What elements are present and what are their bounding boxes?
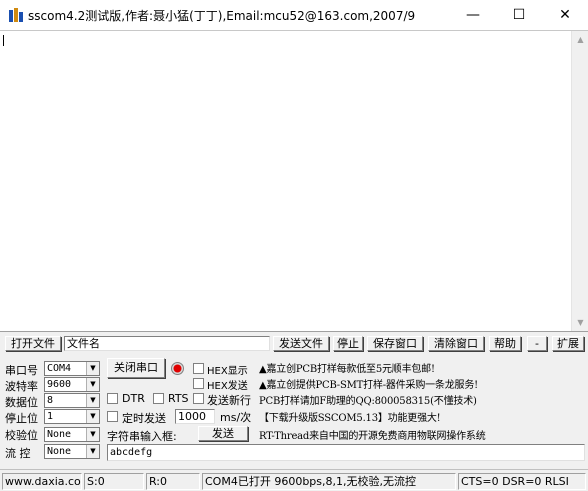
timed-send-checkbox[interactable]	[107, 411, 118, 422]
stopbits-value: 1	[47, 411, 54, 422]
databits-label: 数据位	[5, 396, 38, 409]
dtr-label: DTR	[122, 392, 145, 405]
send-newline-label: 发送新行	[207, 394, 251, 407]
chevron-down-icon[interactable]: ▼	[86, 378, 99, 391]
parity-select[interactable]: None ▼	[44, 427, 100, 442]
hex-send-checkbox[interactable]	[193, 378, 204, 389]
status-port-state: COM4已打开 9600bps,8,1,无校验,无流控	[202, 473, 456, 490]
flow-select[interactable]: None ▼	[44, 444, 100, 459]
hex-display-label: HEX显示	[207, 366, 248, 377]
chevron-down-icon[interactable]: ▼	[86, 410, 99, 423]
send-file-button[interactable]: 发送文件	[273, 336, 329, 351]
save-window-button[interactable]: 保存窗口	[367, 336, 423, 351]
status-website[interactable]: www.daxia.cor	[2, 473, 82, 490]
scroll-down-icon[interactable]: ▼	[576, 318, 585, 327]
text-caret	[3, 35, 4, 46]
status-sent-count: S:0	[84, 473, 144, 490]
interval-unit-label: ms/次	[220, 411, 252, 424]
hex-send-label: HEX发送	[207, 381, 248, 392]
status-bar: www.daxia.cor S:0 R:0 COM4已打开 9600bps,8,…	[0, 469, 588, 491]
ad-line[interactable]: ▲嘉立创PCB打样每款低至5元顺丰包邮!	[259, 360, 435, 375]
flow-value: None	[47, 446, 72, 457]
databits-select[interactable]: 8 ▼	[44, 393, 100, 408]
stopbits-label: 停止位	[5, 412, 38, 425]
receive-area[interactable]: ▲ ▼	[0, 30, 588, 332]
app-icon	[9, 8, 23, 22]
dtr-checkbox[interactable]	[107, 393, 118, 404]
vertical-scrollbar[interactable]: ▲ ▼	[571, 31, 588, 331]
port-value: COM4	[47, 363, 72, 374]
send-button[interactable]: 发送	[198, 426, 248, 441]
parity-value: None	[47, 429, 72, 440]
baud-label: 波特率	[5, 380, 38, 393]
ad-line[interactable]: RT-Thread来自中国的开源免费商用物联网操作系统	[259, 427, 486, 442]
flow-label: 流 控	[5, 447, 31, 460]
clear-window-button[interactable]: 清除窗口	[428, 336, 484, 351]
window-title: sscom4.2测试版,作者:聂小猛(丁丁),Email:mcu52@163.c…	[28, 9, 416, 23]
maximize-button[interactable]: ☐	[496, 0, 542, 30]
close-button[interactable]: ✕	[542, 0, 588, 30]
help-button[interactable]: 帮助	[489, 336, 521, 351]
port-status-led-icon	[171, 362, 184, 375]
close-port-button[interactable]: 关闭串口	[107, 358, 165, 378]
port-label: 串口号	[5, 364, 38, 377]
string-input-label: 字符串输入框:	[107, 430, 177, 443]
ad-line[interactable]: PCB打样请加F助理的QQ:800058315(不懂技术)	[259, 392, 477, 407]
send-newline-checkbox[interactable]	[193, 393, 204, 404]
minimize-button[interactable]: —	[450, 0, 496, 30]
ad-line[interactable]: ▲嘉立创提供PCB-SMT打样-器件采购一条龙服务!	[259, 376, 478, 391]
expand-button[interactable]: 扩展	[552, 336, 584, 351]
scroll-up-icon[interactable]: ▲	[576, 35, 585, 44]
baud-select[interactable]: 9600 ▼	[44, 377, 100, 392]
rts-checkbox[interactable]	[153, 393, 164, 404]
rts-label: RTS	[168, 392, 189, 405]
chevron-down-icon[interactable]: ▼	[86, 445, 99, 458]
baud-value: 9600	[47, 379, 72, 390]
ad-line[interactable]: 【下载升级版SSCOM5.13】功能更强大!	[259, 409, 441, 424]
chevron-down-icon[interactable]: ▼	[86, 394, 99, 407]
parity-label: 校验位	[5, 429, 38, 442]
status-received-count: R:0	[146, 473, 200, 490]
interval-input[interactable]: 1000	[175, 409, 215, 424]
status-modem-lines: CTS=0 DSR=0 RLSI	[458, 473, 586, 490]
collapse-button[interactable]: -	[527, 336, 547, 351]
timed-send-label: 定时发送	[122, 412, 166, 425]
hex-display-checkbox[interactable]	[193, 363, 204, 374]
open-file-button[interactable]: 打开文件	[5, 336, 61, 351]
port-select[interactable]: COM4 ▼	[44, 361, 100, 376]
chevron-down-icon[interactable]: ▼	[86, 362, 99, 375]
file-name-field[interactable]: 文件名	[64, 336, 270, 351]
title-bar: sscom4.2测试版,作者:聂小猛(丁丁),Email:mcu52@163.c…	[0, 0, 588, 30]
chevron-down-icon[interactable]: ▼	[86, 428, 99, 441]
stopbits-select[interactable]: 1 ▼	[44, 409, 100, 424]
send-text-input[interactable]: abcdefg	[107, 444, 585, 461]
stop-button[interactable]: 停止	[333, 336, 363, 351]
databits-value: 8	[47, 395, 54, 406]
